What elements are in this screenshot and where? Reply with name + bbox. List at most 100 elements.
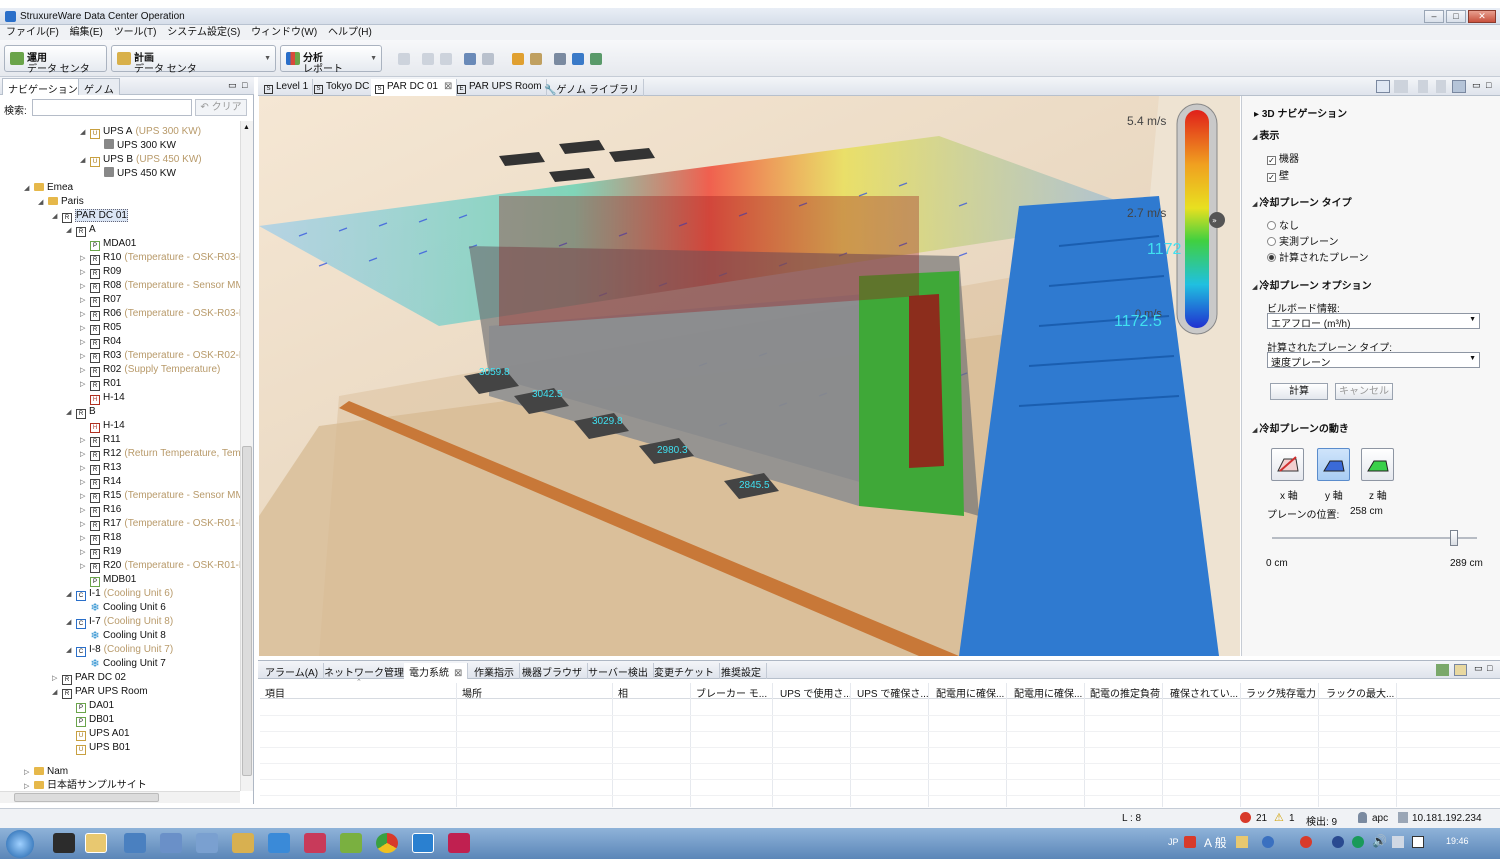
column-header-rack-remaining-power[interactable]: ラック残存電力 [1246, 685, 1322, 700]
expand-right-icon[interactable]: ▷ [80, 434, 90, 448]
maximize-button[interactable]: □ [1446, 10, 1466, 23]
tree-item[interactable]: ◢ U UPS B (UPS 450 KW) [80, 153, 202, 167]
tree-item[interactable]: P DA01 [66, 699, 114, 713]
tab-genome-library[interactable]: 🔧ゲノム ライブラリ [540, 79, 644, 96]
link-icon[interactable] [554, 53, 566, 65]
expand-down-icon[interactable]: ◢ [66, 644, 76, 658]
tab-level-1[interactable]: S Level 1 [260, 79, 314, 96]
expand-right-icon[interactable]: ▷ [80, 378, 90, 392]
tree-item[interactable]: P MDB01 [80, 573, 136, 587]
tree-item[interactable]: ◢ U UPS A (UPS 300 KW) [80, 125, 201, 139]
tree-item[interactable]: ▷ R R16 [80, 503, 121, 517]
perspective-analysis-button[interactable]: 分析 レポート ▼ [280, 45, 382, 75]
menu-window[interactable]: ウィンドウ(W) [251, 25, 317, 40]
tree-item[interactable]: ▷ R R05 [80, 321, 121, 335]
redo-icon[interactable] [440, 53, 452, 65]
taskbar-search-icon[interactable] [196, 833, 218, 853]
tree-item[interactable]: UPS 300 KW [94, 139, 176, 153]
taskbar-app-icon[interactable] [124, 833, 146, 853]
tab-power-system[interactable]: 電力系統 ⊠ [404, 663, 469, 679]
tree-item[interactable]: ▷ R R17 (Temperature - OSK-R01-R [80, 517, 240, 531]
3d-scene-canvas[interactable]: » 5.4 m/s 2.7 m/s 0 m/s 3059.8 3042.5 30… [259, 96, 1240, 656]
maximize-view-icon[interactable]: □ [1487, 663, 1492, 673]
minimize-view-icon[interactable]: ▭ [1474, 663, 1483, 674]
tree-item[interactable]: ◢ R A [66, 223, 96, 237]
device-icon[interactable] [572, 53, 584, 65]
tree-item[interactable]: ▷ R R20 (Temperature - OSK-R01-F [80, 559, 240, 573]
expand-right-icon[interactable]: ▷ [24, 780, 34, 791]
expand-down-icon[interactable]: ◢ [66, 224, 76, 238]
column-header-location[interactable]: 場所 [462, 685, 482, 700]
tree-item[interactable]: ▷ R R08 (Temperature - Sensor MM [80, 279, 240, 293]
tree-item[interactable]: ▷ R R10 (Temperature - OSK-R03-F [80, 251, 240, 265]
expand-right-icon[interactable]: ▷ [80, 308, 90, 322]
expand-right-icon[interactable]: ▷ [80, 294, 90, 308]
maximize-view-icon[interactable]: □ [242, 80, 247, 90]
tab-par-dc-01[interactable]: S PAR DC 01 ⊠ [371, 79, 458, 96]
menu-help[interactable]: ヘルプ(H) [328, 25, 372, 40]
tree-item[interactable]: ◢ R PAR UPS Room [52, 685, 148, 699]
tree-item[interactable]: ▷ R R19 [80, 545, 121, 559]
expand-down-icon[interactable]: ◢ [66, 406, 76, 420]
expand-down-icon[interactable]: ◢ [38, 196, 48, 210]
tree-item[interactable]: UPS 450 KW [94, 167, 176, 181]
taskbar-struxureware-icon[interactable] [412, 833, 434, 853]
display-section[interactable]: 表示 [1252, 127, 1279, 142]
expand-right-icon[interactable]: ▷ [80, 546, 90, 560]
tree-item[interactable]: ▷ R R06 (Temperature - OSK-R03-R [80, 307, 240, 321]
tab-recommendations[interactable]: 推奨設定 [716, 663, 767, 679]
split-view-icon[interactable] [1418, 80, 1428, 93]
tree-item[interactable]: ❄ Cooling Unit 8 [80, 629, 165, 643]
undo-icon[interactable] [422, 53, 434, 65]
expand-right-icon[interactable]: ▷ [80, 322, 90, 336]
expand-right-icon[interactable]: ▷ [80, 462, 90, 476]
billboard-select[interactable]: エアフロー (m³/h) ▼ [1267, 313, 1480, 330]
tree-item[interactable]: ◢ Emea [24, 181, 73, 195]
status-detect[interactable]: 検出: 9 [1306, 813, 1337, 828]
column-header-reserved[interactable]: 確保されてい... [1170, 685, 1244, 700]
tab-network-management[interactable]: ネットワーク管理 [319, 663, 410, 679]
expand-right-icon[interactable]: ▷ [80, 364, 90, 378]
minimize-button[interactable]: – [1424, 10, 1444, 23]
taskbar-media-icon[interactable] [304, 833, 326, 853]
image-icon[interactable] [512, 53, 524, 65]
plane-type-section[interactable]: 冷却プレーン タイプ [1252, 194, 1351, 209]
expand-right-icon[interactable]: ▷ [80, 560, 90, 574]
expand-right-icon[interactable]: ▷ [80, 280, 90, 294]
tab-genome[interactable]: ゲノム [78, 78, 120, 96]
tree-horizontal-scrollbar[interactable] [0, 791, 240, 803]
tray-volume-icon[interactable]: 🔊 [1372, 834, 1387, 848]
radio[interactable] [1267, 253, 1276, 262]
view-2d-icon[interactable] [1394, 80, 1408, 93]
print-icon[interactable] [530, 53, 542, 65]
tree-item[interactable]: ▷ R R11 [80, 433, 121, 447]
tab-equipment-browser[interactable]: 機器ブラウザ [517, 663, 588, 679]
tree-item[interactable]: ▷ R PAR DC 02 [52, 671, 126, 685]
expand-right-icon[interactable]: ▷ [24, 766, 34, 780]
column-header-rack-max[interactable]: ラックの最大... [1326, 685, 1402, 700]
radio[interactable] [1267, 221, 1276, 230]
column-header-item[interactable]: 項目 [265, 685, 285, 700]
x-axis-button[interactable] [1271, 448, 1304, 481]
tray-network-icon[interactable] [1392, 836, 1404, 848]
expand-down-icon[interactable]: ◢ [52, 210, 62, 224]
display-equipment-checkbox[interactable]: ✓ 機器 [1267, 150, 1299, 165]
tree-item[interactable]: ▷ 日本語サンプルサイト [24, 779, 147, 791]
tray-sync-icon[interactable] [1352, 836, 1364, 848]
expand-right-icon[interactable]: ▷ [80, 336, 90, 350]
cut-icon[interactable] [464, 53, 476, 65]
display-walls-checkbox[interactable]: ✓ 壁 [1267, 167, 1289, 182]
tree-item[interactable]: ▷ R R14 [80, 475, 121, 489]
plane-position-slider[interactable] [1450, 530, 1459, 546]
z-axis-button[interactable] [1361, 448, 1394, 481]
menu-edit[interactable]: 編集(E) [70, 25, 103, 40]
expand-down-icon[interactable]: ◢ [66, 588, 76, 602]
radio[interactable] [1267, 237, 1276, 246]
tree-item[interactable]: ▷ R R13 [80, 461, 121, 475]
plane-type-calculated-radio[interactable]: 計算されたプレーン [1267, 249, 1369, 264]
calc-plane-type-select[interactable]: 速度プレーン ▼ [1267, 352, 1480, 369]
tree-item[interactable]: ◢ R B [66, 405, 96, 419]
status-errors[interactable]: 21 [1256, 813, 1267, 824]
expand-right-icon[interactable]: ▷ [52, 672, 62, 686]
tree-item[interactable]: ▷ R R15 (Temperature - Sensor MM [80, 489, 240, 503]
